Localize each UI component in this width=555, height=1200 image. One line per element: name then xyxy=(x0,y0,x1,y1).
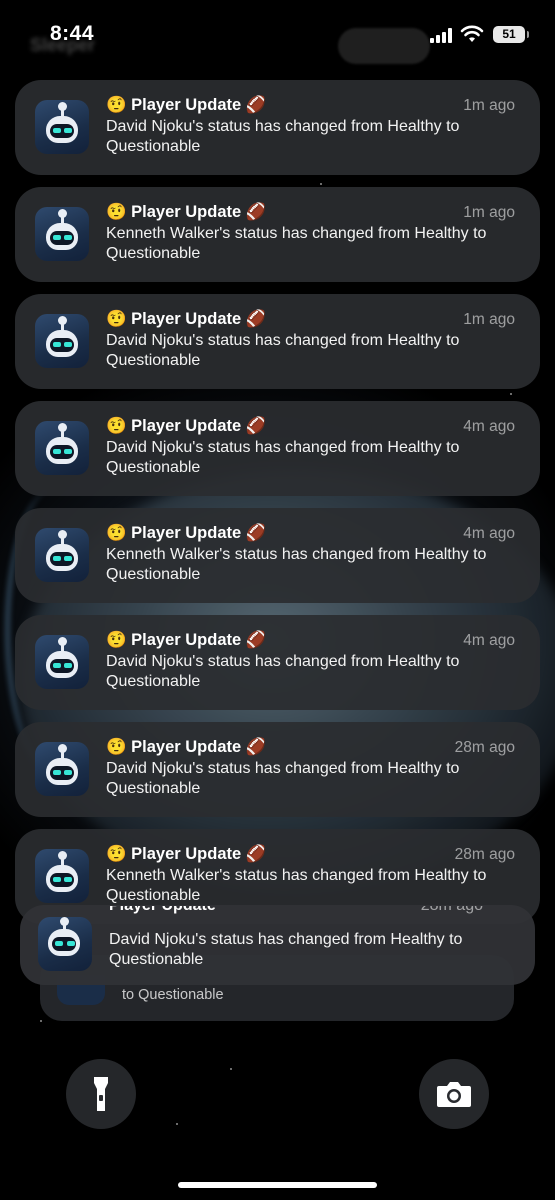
notification-title-text: Player Update xyxy=(131,417,242,435)
football-emoji: 🏈 xyxy=(245,737,267,756)
notification-time-ago: 1m ago xyxy=(463,204,515,221)
star xyxy=(510,393,512,395)
raised-eyebrow-emoji: 🤨 xyxy=(106,95,127,114)
star xyxy=(320,183,322,185)
stacked-notification-body: David Njoku's status has changed from He… xyxy=(109,931,463,968)
football-emoji: 🏈 xyxy=(245,416,267,435)
notification-title-text: Player Update xyxy=(131,310,242,328)
football-emoji: 🏈 xyxy=(245,95,267,114)
star xyxy=(40,1020,42,1022)
notification-time-ago: 4m ago xyxy=(463,418,515,435)
notification-card[interactable]: 🤨 Player Update 🏈 1m ago David Njoku's sta… xyxy=(15,80,540,175)
notification-title: 🤨 Player Update 🏈 xyxy=(106,737,266,757)
notification-title-text: Player Update xyxy=(131,631,242,649)
notification-body: David Njoku's status has changed from He… xyxy=(106,332,460,369)
app-icon xyxy=(35,849,89,903)
app-icon xyxy=(35,421,89,475)
raised-eyebrow-emoji: 🤨 xyxy=(106,416,127,435)
flashlight-button[interactable] xyxy=(66,1059,136,1129)
notification-body: Kenneth Walker's status has changed from… xyxy=(106,546,487,583)
app-icon xyxy=(35,528,89,582)
notification-title-text: Player Update xyxy=(131,203,242,221)
notification-title-text: Player Update xyxy=(131,96,242,114)
raised-eyebrow-emoji: 🤨 xyxy=(106,737,127,756)
status-bar: Sleeper 8:44 51 xyxy=(0,0,555,70)
football-emoji: 🏈 xyxy=(245,523,267,542)
camera-icon xyxy=(437,1082,471,1107)
star xyxy=(230,1068,232,1070)
flashlight-icon xyxy=(94,1077,108,1111)
notification-time-ago: 4m ago xyxy=(463,525,515,542)
home-indicator[interactable] xyxy=(178,1182,377,1188)
football-emoji: 🏈 xyxy=(245,202,267,221)
notification-card[interactable]: 🤨 Player Update 🏈 4m ago David Njoku's sta… xyxy=(15,615,540,710)
notification-title: 🤨 Player Update 🏈 xyxy=(106,844,266,864)
notification-time-ago: 4m ago xyxy=(463,632,515,649)
app-icon xyxy=(38,917,92,971)
notification-card[interactable]: 🤨 Player Update 🏈 28m ago David Njoku's st… xyxy=(15,722,540,817)
notification-title-text: Player Update xyxy=(131,845,242,863)
football-emoji: 🏈 xyxy=(245,309,267,328)
notification-body: Kenneth Walker's status has changed from… xyxy=(106,867,487,904)
notification-title: 🤨 Player Update 🏈 xyxy=(106,630,266,650)
notification-time-ago: 28m ago xyxy=(454,846,515,863)
raised-eyebrow-emoji: 🤨 xyxy=(106,309,127,328)
raised-eyebrow-emoji: 🤨 xyxy=(106,202,127,221)
notification-body: David Njoku's status has changed from He… xyxy=(106,118,460,155)
notification-body: David Njoku's status has changed from He… xyxy=(106,439,460,476)
app-icon xyxy=(35,742,89,796)
app-icon xyxy=(35,207,89,261)
app-icon xyxy=(35,100,89,154)
app-icon xyxy=(35,635,89,689)
clock-time: 8:44 xyxy=(50,22,95,45)
notification-title: 🤨 Player Update 🏈 xyxy=(106,523,266,543)
stacked-title: Player Update xyxy=(109,906,216,915)
notification-body: David Njoku's status has changed from He… xyxy=(106,653,460,690)
stacked-body-tail: to Questionable xyxy=(122,987,224,1003)
notification-title-text: Player Update xyxy=(131,524,242,542)
wifi-icon xyxy=(460,25,484,42)
notification-time-ago: 28m ago xyxy=(454,739,515,756)
notification-card[interactable]: 🤨 Player Update 🏈 1m ago Kenneth Walker's … xyxy=(15,187,540,282)
stacked-time-ago: 28m ago xyxy=(421,906,509,915)
football-emoji: 🏈 xyxy=(245,844,267,863)
cellular-signal-icon xyxy=(430,27,454,43)
notification-time-ago: 1m ago xyxy=(463,311,515,328)
notification-title: 🤨 Player Update 🏈 xyxy=(106,202,266,222)
notification-card[interactable]: 🤨 Player Update 🏈 1m ago David Njoku's sta… xyxy=(15,294,540,389)
raised-eyebrow-emoji: 🤨 xyxy=(106,630,127,649)
notification-card[interactable]: 🤨 Player Update 🏈 4m ago David Njoku's sta… xyxy=(15,401,540,496)
notification-time-ago: 1m ago xyxy=(463,97,515,114)
football-emoji: 🏈 xyxy=(245,630,267,649)
battery-icon: 51 xyxy=(493,26,529,43)
app-icon xyxy=(35,314,89,368)
notification-title: 🤨 Player Update 🏈 xyxy=(106,416,266,436)
star xyxy=(176,1123,178,1125)
notification-title-text: Player Update xyxy=(131,738,242,756)
notification-title: 🤨 Player Update 🏈 xyxy=(106,95,266,115)
camera-button[interactable] xyxy=(419,1059,489,1129)
notification-title: 🤨 Player Update 🏈 xyxy=(106,309,266,329)
stacked-title-peek: Player Update 28m ago xyxy=(109,906,509,918)
notification-body: Kenneth Walker's status has changed from… xyxy=(106,225,487,262)
raised-eyebrow-emoji: 🤨 xyxy=(106,844,127,863)
notification-card[interactable]: 🤨 Player Update 🏈 4m ago Kenneth Walker's … xyxy=(15,508,540,603)
notification-body: David Njoku's status has changed from He… xyxy=(106,760,460,797)
show-less-pill[interactable] xyxy=(338,28,430,64)
raised-eyebrow-emoji: 🤨 xyxy=(106,523,127,542)
